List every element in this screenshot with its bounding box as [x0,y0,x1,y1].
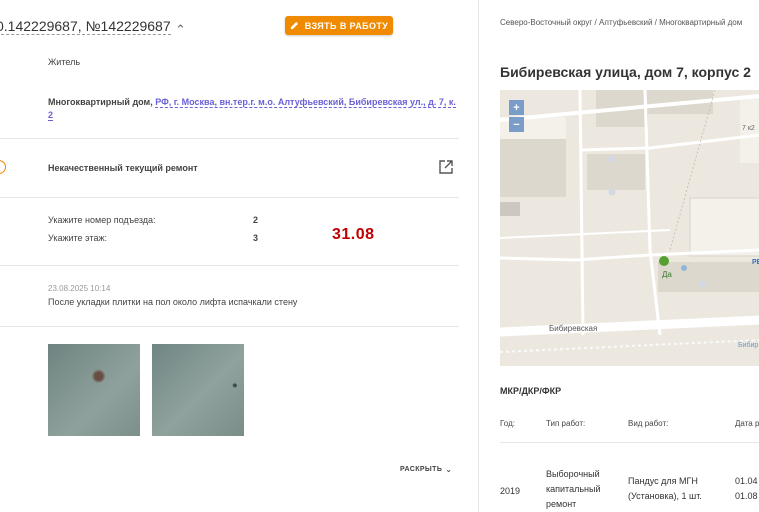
open-external-icon[interactable] [439,160,453,174]
table-cell-date: 01.04 01.08 [735,474,758,504]
pencil-icon [290,21,298,30]
photo-thumbnail[interactable] [152,344,244,436]
chevron-up-icon[interactable]: ⌃ [175,22,186,38]
request-detail-panel: 0.142229687, №142229687 ⌃ ВЗЯТЬ В РАБОТУ… [0,0,478,512]
floor-value: 3 [253,233,259,243]
map-poi-label: PE [752,259,759,266]
map-building-label: 7 к2 [742,125,755,132]
object-info-panel: Северо-Восточный округ / Алтуфьевский / … [478,0,759,512]
map[interactable]: 7 к2 Да PE Бибиревская Бибир + − [500,90,759,366]
divider [0,326,459,327]
breadcrumb: Северо-Восточный округ / Алтуфьевский / … [500,18,743,27]
type-line: капитальный [546,484,601,494]
object-address: Многоквартирный дом, РФ, г. Москва, вн.т… [48,96,460,122]
entrance-label: Укажите номер подъезда: [48,215,156,225]
table-header-year: Год: [500,419,515,428]
take-to-work-button[interactable]: ВЗЯТЬ В РАБОТУ [285,16,393,35]
date-line: 01.04 [735,476,758,486]
map-street-label: Бибир [738,342,759,349]
take-to-work-label: ВЗЯТЬ В РАБОТУ [304,20,389,31]
zoom-in-button[interactable]: + [509,100,524,115]
divider [0,265,459,266]
date-line: 01.08 [735,491,758,501]
table-divider [500,442,759,443]
object-type: Многоквартирный дом, [48,97,153,107]
map-canvas [500,90,759,366]
divider [0,197,459,198]
chevron-down-icon: ⌄ [445,465,453,474]
table-header-date: Дата р [735,419,759,428]
kind-line: (Установка), 1 шт. [628,491,702,501]
expand-label: РАСКРЫТЬ [400,466,443,473]
comment-text: После укладки плитки на пол около лифта … [48,297,298,307]
entrance-value: 2 [253,215,259,225]
photo-thumbnail[interactable] [48,344,140,436]
expand-button[interactable]: РАСКРЫТЬ ⌄ [400,465,452,474]
divider [0,138,459,139]
address-title: Бибиревская улица, дом 7, корпус 2 [500,64,751,80]
annotation-value: 31.08 [332,226,375,243]
request-number-toggle[interactable]: 0.142229687, №142229687 [0,18,171,35]
address-link-cont[interactable]: 2 [48,110,54,121]
map-street-label: Бибиревская [549,324,598,333]
kind-line: Пандус для МГН [628,476,698,486]
table-cell-year: 2019 [500,486,521,496]
type-line: ремонт [546,499,577,509]
table-header-kind: Вид работ: [628,419,669,428]
comment-date: 23.08.2025 10:14 [48,284,111,293]
section-title: МКР/ДКР/ФКР [500,386,562,396]
category-name: Некачественный текущий ремонт [48,163,198,173]
zoom-out-button[interactable]: − [509,117,524,132]
table-cell-type: Выборочный капитальный ремонт [546,467,624,512]
table-header-type: Тип работ: [546,419,586,428]
table-cell-kind: Пандус для МГН (Установка), 1 шт. [628,474,728,504]
status-circle-icon [0,160,6,174]
floor-label: Укажите этаж: [48,233,107,243]
address-link[interactable]: РФ, г. Москва, вн.тер.г. м.о. Алтуфьевск… [155,97,456,108]
applicant-role: Житель [48,57,81,67]
type-line: Выборочный [546,469,600,479]
map-poi-label: Да [662,270,672,279]
